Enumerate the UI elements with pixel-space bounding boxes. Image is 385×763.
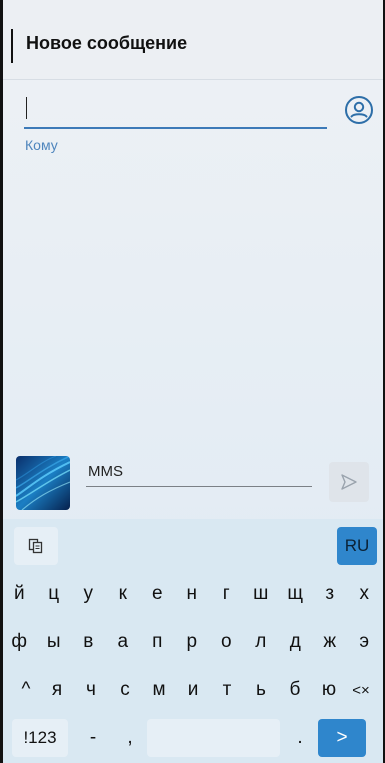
send-icon xyxy=(341,474,357,490)
onscreen-keyboard: RU йцукенгшщзх фывапролджэ ^ <× ячсмитьб… xyxy=(0,519,385,763)
message-input-underline xyxy=(86,486,312,487)
key-п[interactable]: п xyxy=(140,623,175,661)
key-л[interactable]: л xyxy=(244,623,279,661)
clipboard-button[interactable] xyxy=(14,527,58,565)
key-и[interactable]: и xyxy=(176,671,210,709)
key-ш[interactable]: ш xyxy=(244,575,279,613)
shift-key[interactable]: ^ xyxy=(12,671,40,709)
key-я[interactable]: я xyxy=(40,671,74,709)
app-header: Новое сообщение xyxy=(0,0,385,80)
page-title: Новое сообщение xyxy=(26,33,188,53)
attachment-thumbnail[interactable] xyxy=(16,456,70,510)
period-key[interactable]: . xyxy=(288,719,312,757)
key-г[interactable]: г xyxy=(209,575,244,613)
recipient-label: Кому xyxy=(25,137,58,153)
contact-icon xyxy=(345,96,373,124)
dash-key[interactable]: - xyxy=(80,719,106,757)
image-icon xyxy=(16,456,70,510)
screen-edge-left xyxy=(0,0,3,763)
key-х[interactable]: х xyxy=(347,575,382,613)
key-ь[interactable]: ь xyxy=(244,671,278,709)
send-button[interactable] xyxy=(329,462,369,502)
key-ц[interactable]: ц xyxy=(37,575,72,613)
key-а[interactable]: а xyxy=(106,623,141,661)
space-key[interactable] xyxy=(147,719,280,757)
key-э[interactable]: э xyxy=(347,623,382,661)
key-о[interactable]: о xyxy=(209,623,244,661)
compose-bar: MMS xyxy=(0,452,385,516)
key-щ[interactable]: щ xyxy=(278,575,313,613)
key-р[interactable]: р xyxy=(175,623,210,661)
numbers-key[interactable]: !123 xyxy=(12,719,68,757)
key-ж[interactable]: ж xyxy=(313,623,348,661)
key-у[interactable]: у xyxy=(71,575,106,613)
key-ю[interactable]: ю xyxy=(312,671,346,709)
message-input-placeholder[interactable]: MMS xyxy=(88,463,123,480)
clipboard-icon xyxy=(28,538,43,554)
key-ф[interactable]: ф xyxy=(2,623,37,661)
key-з[interactable]: з xyxy=(313,575,348,613)
focus-indicator xyxy=(11,29,13,63)
key-д[interactable]: д xyxy=(278,623,313,661)
text-caret xyxy=(26,97,27,119)
contacts-button[interactable] xyxy=(344,95,374,125)
key-м[interactable]: м xyxy=(142,671,176,709)
recipient-field[interactable]: Кому xyxy=(24,95,373,155)
key-б[interactable]: б xyxy=(278,671,312,709)
new-message-screen: Новое сообщение Кому MMS RU й ц у к е н … xyxy=(0,0,385,763)
recipient-underline xyxy=(24,127,327,129)
key-й[interactable]: й xyxy=(2,575,37,613)
key-н[interactable]: н xyxy=(175,575,210,613)
key-ч[interactable]: ч xyxy=(74,671,108,709)
key-т[interactable]: т xyxy=(210,671,244,709)
enter-key[interactable]: > xyxy=(318,719,366,757)
backspace-key[interactable]: <× xyxy=(344,671,378,709)
key-ы[interactable]: ы xyxy=(37,623,72,661)
comma-key[interactable]: , xyxy=(117,719,143,757)
key-е[interactable]: е xyxy=(140,575,175,613)
key-с[interactable]: с xyxy=(108,671,142,709)
language-switch-button[interactable]: RU xyxy=(337,527,377,565)
key-в[interactable]: в xyxy=(71,623,106,661)
key-к[interactable]: к xyxy=(106,575,141,613)
